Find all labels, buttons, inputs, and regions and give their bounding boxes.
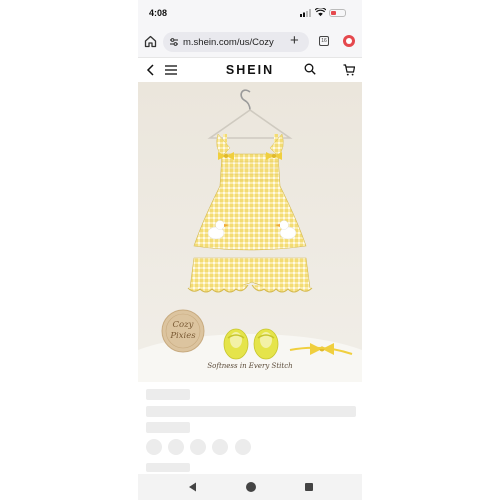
skeleton-swatch: [146, 439, 162, 455]
system-nav-bar: [138, 474, 362, 500]
skeleton-size: [146, 463, 190, 472]
skeleton-swatch: [168, 439, 184, 455]
home-icon[interactable]: [144, 35, 157, 48]
wifi-icon: [315, 8, 326, 17]
plus-icon[interactable]: +: [290, 33, 299, 48]
nav-home-icon[interactable]: [246, 482, 256, 492]
shein-logo[interactable]: SHEIN: [138, 63, 362, 77]
opera-icon[interactable]: [343, 35, 355, 47]
phone-screen: 4:08 m.shein.com/us/Cozy + 16 SHEIN Cozy…: [138, 0, 362, 500]
tabs-icon[interactable]: 16: [319, 36, 329, 46]
battery-icon: [329, 9, 346, 17]
skeleton-subtitle: [146, 422, 190, 433]
svg-text:Softness in Every Stitch: Softness in Every Stitch: [207, 362, 292, 370]
search-icon[interactable]: [304, 63, 316, 75]
tune-icon[interactable]: [169, 37, 179, 47]
cart-icon[interactable]: [343, 64, 355, 76]
svg-text:Cozy: Cozy: [173, 320, 194, 330]
site-header: SHEIN: [138, 58, 362, 82]
svg-text:Pixies: Pixies: [169, 331, 196, 341]
skeleton-swatch: [212, 439, 228, 455]
status-bar: 4:08: [138, 0, 362, 26]
url-text[interactable]: m.shein.com/us/Cozy: [183, 37, 305, 48]
address-bar[interactable]: m.shein.com/us/Cozy: [163, 32, 309, 52]
brand-badge: Cozy Pixies: [161, 309, 205, 353]
product-image[interactable]: Cozy Pixies Softness in Every Stitch: [138, 82, 362, 382]
skeleton-swatch: [235, 439, 251, 455]
browser-toolbar: m.shein.com/us/Cozy + 16: [138, 26, 362, 58]
signal-icon: [300, 9, 311, 17]
skeleton-swatch: [190, 439, 206, 455]
skeleton-price: [146, 389, 190, 400]
nav-recent-icon[interactable]: [305, 483, 313, 491]
skeleton-title: [146, 406, 356, 417]
nav-back-icon[interactable]: [188, 482, 197, 492]
status-time: 4:08: [149, 8, 168, 18]
